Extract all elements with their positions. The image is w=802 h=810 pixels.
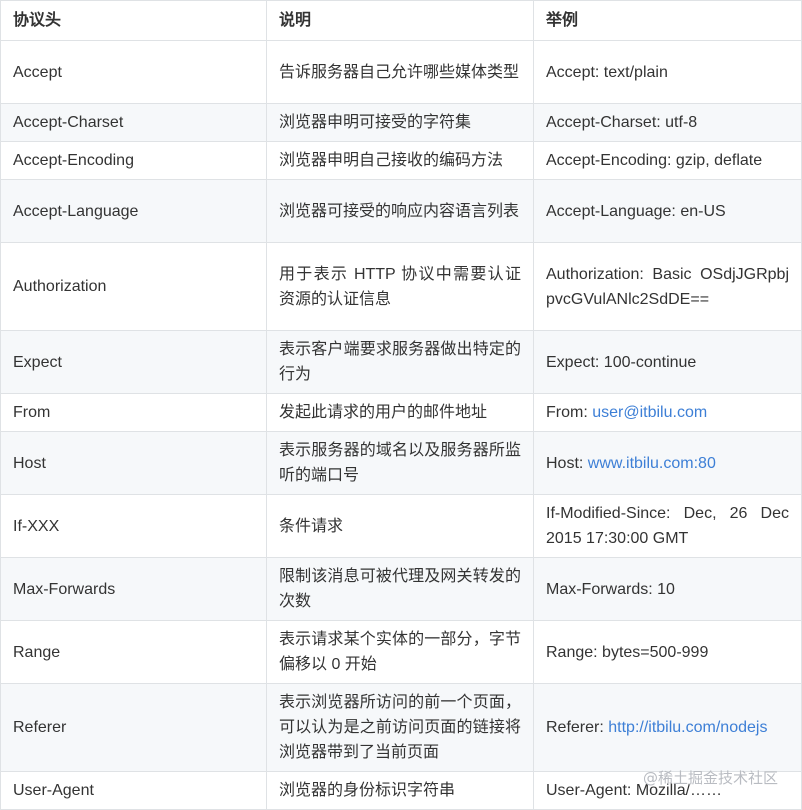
cell-description: 浏览器的身份标识字符串 (267, 772, 534, 810)
cell-description: 浏览器申明自己接收的编码方法 (267, 142, 534, 180)
table-row: Host 表示服务器的域名以及服务器所监听的端口号 Host: www.itbi… (1, 432, 802, 495)
cell-name: User-Agent (1, 772, 267, 810)
cell-example: Max-Forwards: 10 (534, 558, 802, 621)
referer-link[interactable]: http://itbilu.com/nodejs (608, 719, 767, 736)
table-row: Accept-Language 浏览器可接受的响应内容语言列表 Accept-L… (1, 180, 802, 243)
table-header-row: 协议头 说明 举例 (1, 1, 802, 41)
table-row: Accept-Encoding 浏览器申明自己接收的编码方法 Accept-En… (1, 142, 802, 180)
watermark: @稀土掘金技术社区 (643, 767, 778, 788)
cell-description: 条件请求 (267, 495, 534, 558)
example-text: Referer: (546, 719, 608, 736)
cell-name: Host (1, 432, 267, 495)
cell-example: Authorization: Basic OSdjJGRpbjpvcGVulAN… (534, 243, 802, 331)
cell-name: If-XXX (1, 495, 267, 558)
example-text: Accept-Encoding: gzip, deflate (546, 152, 762, 169)
cell-description: 浏览器可接受的响应内容语言列表 (267, 180, 534, 243)
table-row: Accept-Charset 浏览器申明可接受的字符集 Accept-Chars… (1, 104, 802, 142)
example-text: Max-Forwards: 10 (546, 581, 675, 598)
cell-example: Accept: text/plain (534, 41, 802, 104)
table-row: If-XXX 条件请求 If-Modified-Since: Dec, 26 D… (1, 495, 802, 558)
example-text: Range: bytes=500-999 (546, 644, 708, 661)
host-link[interactable]: www.itbilu.com:80 (588, 455, 716, 472)
table-row: Max-Forwards 限制该消息可被代理及网关转发的次数 Max-Forwa… (1, 558, 802, 621)
example-text: Host: (546, 455, 588, 472)
header-name: 协议头 (1, 1, 267, 41)
cell-example: If-Modified-Since: Dec, 26 Dec 2015 17:3… (534, 495, 802, 558)
cell-example: Expect: 100-continue (534, 331, 802, 394)
example-text: Accept-Charset: utf-8 (546, 114, 697, 131)
cell-description: 表示请求某个实体的一部分，字节偏移以 0 开始 (267, 621, 534, 684)
cell-name: Range (1, 621, 267, 684)
cell-name: Expect (1, 331, 267, 394)
cell-example: From: user@itbilu.com (534, 394, 802, 432)
table-row: Accept 告诉服务器自己允许哪些媒体类型 Accept: text/plai… (1, 41, 802, 104)
table-row: Referer 表示浏览器所访问的前一个页面，可以认为是之前访问页面的链接将浏览… (1, 684, 802, 772)
cell-description: 告诉服务器自己允许哪些媒体类型 (267, 41, 534, 104)
cell-description: 浏览器申明可接受的字符集 (267, 104, 534, 142)
cell-description: 表示客户端要求服务器做出特定的行为 (267, 331, 534, 394)
cell-name: Referer (1, 684, 267, 772)
table-row: Authorization 用于表示 HTTP 协议中需要认证资源的认证信息 A… (1, 243, 802, 331)
cell-name: Accept-Language (1, 180, 267, 243)
example-text: Expect: 100-continue (546, 354, 696, 371)
cell-example: Referer: http://itbilu.com/nodejs (534, 684, 802, 772)
header-description: 说明 (267, 1, 534, 41)
http-headers-table: 协议头 说明 举例 Accept 告诉服务器自己允许哪些媒体类型 Accept:… (0, 0, 802, 810)
cell-name: Accept-Encoding (1, 142, 267, 180)
cell-name: Accept-Charset (1, 104, 267, 142)
cell-description: 表示浏览器所访问的前一个页面，可以认为是之前访问页面的链接将浏览器带到了当前页面 (267, 684, 534, 772)
cell-name: Accept (1, 41, 267, 104)
header-example: 举例 (534, 1, 802, 41)
example-text: From: (546, 404, 592, 421)
example-text: Accept: text/plain (546, 64, 668, 81)
example-text: If-Modified-Since: Dec, 26 Dec 2015 17:3… (546, 505, 789, 547)
cell-example: Host: www.itbilu.com:80 (534, 432, 802, 495)
table-row: Range 表示请求某个实体的一部分，字节偏移以 0 开始 Range: byt… (1, 621, 802, 684)
cell-name: Authorization (1, 243, 267, 331)
cell-description: 发起此请求的用户的邮件地址 (267, 394, 534, 432)
cell-example: Accept-Encoding: gzip, deflate (534, 142, 802, 180)
email-link[interactable]: user@itbilu.com (592, 404, 707, 421)
table-row: Expect 表示客户端要求服务器做出特定的行为 Expect: 100-con… (1, 331, 802, 394)
example-text: Accept-Language: en-US (546, 203, 726, 220)
cell-description: 限制该消息可被代理及网关转发的次数 (267, 558, 534, 621)
table-row: From 发起此请求的用户的邮件地址 From: user@itbilu.com (1, 394, 802, 432)
cell-example: Range: bytes=500-999 (534, 621, 802, 684)
cell-name: From (1, 394, 267, 432)
cell-description: 用于表示 HTTP 协议中需要认证资源的认证信息 (267, 243, 534, 331)
cell-example: Accept-Language: en-US (534, 180, 802, 243)
cell-name: Max-Forwards (1, 558, 267, 621)
cell-description: 表示服务器的域名以及服务器所监听的端口号 (267, 432, 534, 495)
example-text: Authorization: Basic OSdjJGRpbjpvcGVulAN… (546, 266, 789, 308)
cell-example: Accept-Charset: utf-8 (534, 104, 802, 142)
